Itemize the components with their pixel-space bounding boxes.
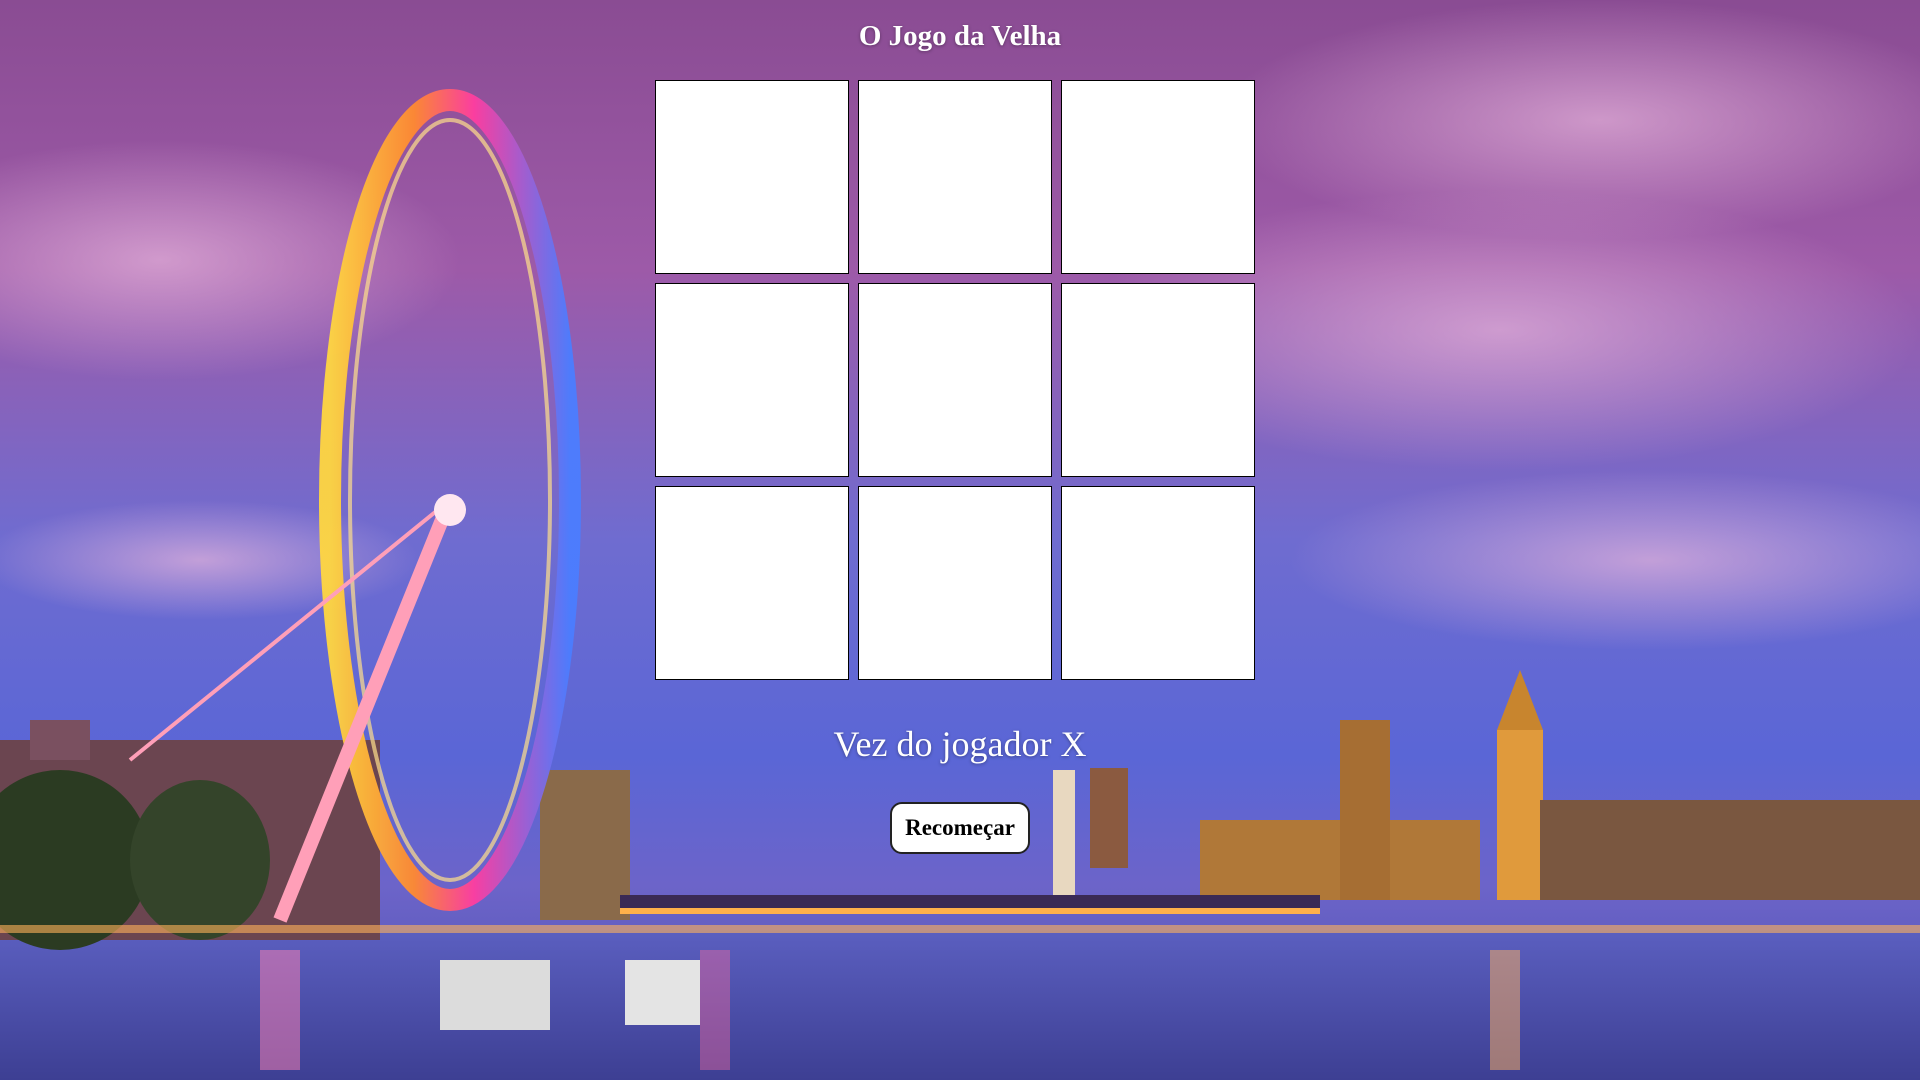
board-cell-8[interactable] (858, 486, 1052, 680)
app: O Jogo da Velha Vez do jogador X Recomeç… (0, 0, 1920, 1080)
board-cell-6[interactable] (1061, 283, 1255, 477)
page-title: O Jogo da Velha (858, 20, 1062, 52)
board-cell-4[interactable] (655, 283, 849, 477)
board-cell-9[interactable] (1061, 486, 1255, 680)
board-cell-2[interactable] (858, 80, 1052, 274)
board-cell-1[interactable] (655, 80, 849, 274)
board-cell-5[interactable] (858, 283, 1052, 477)
restart-button[interactable]: Recomeçar (890, 802, 1030, 854)
board-cell-7[interactable] (655, 486, 849, 680)
turn-status: Vez do jogador X (833, 724, 1087, 764)
board-cell-3[interactable] (1061, 80, 1255, 274)
game-board (655, 80, 1255, 680)
